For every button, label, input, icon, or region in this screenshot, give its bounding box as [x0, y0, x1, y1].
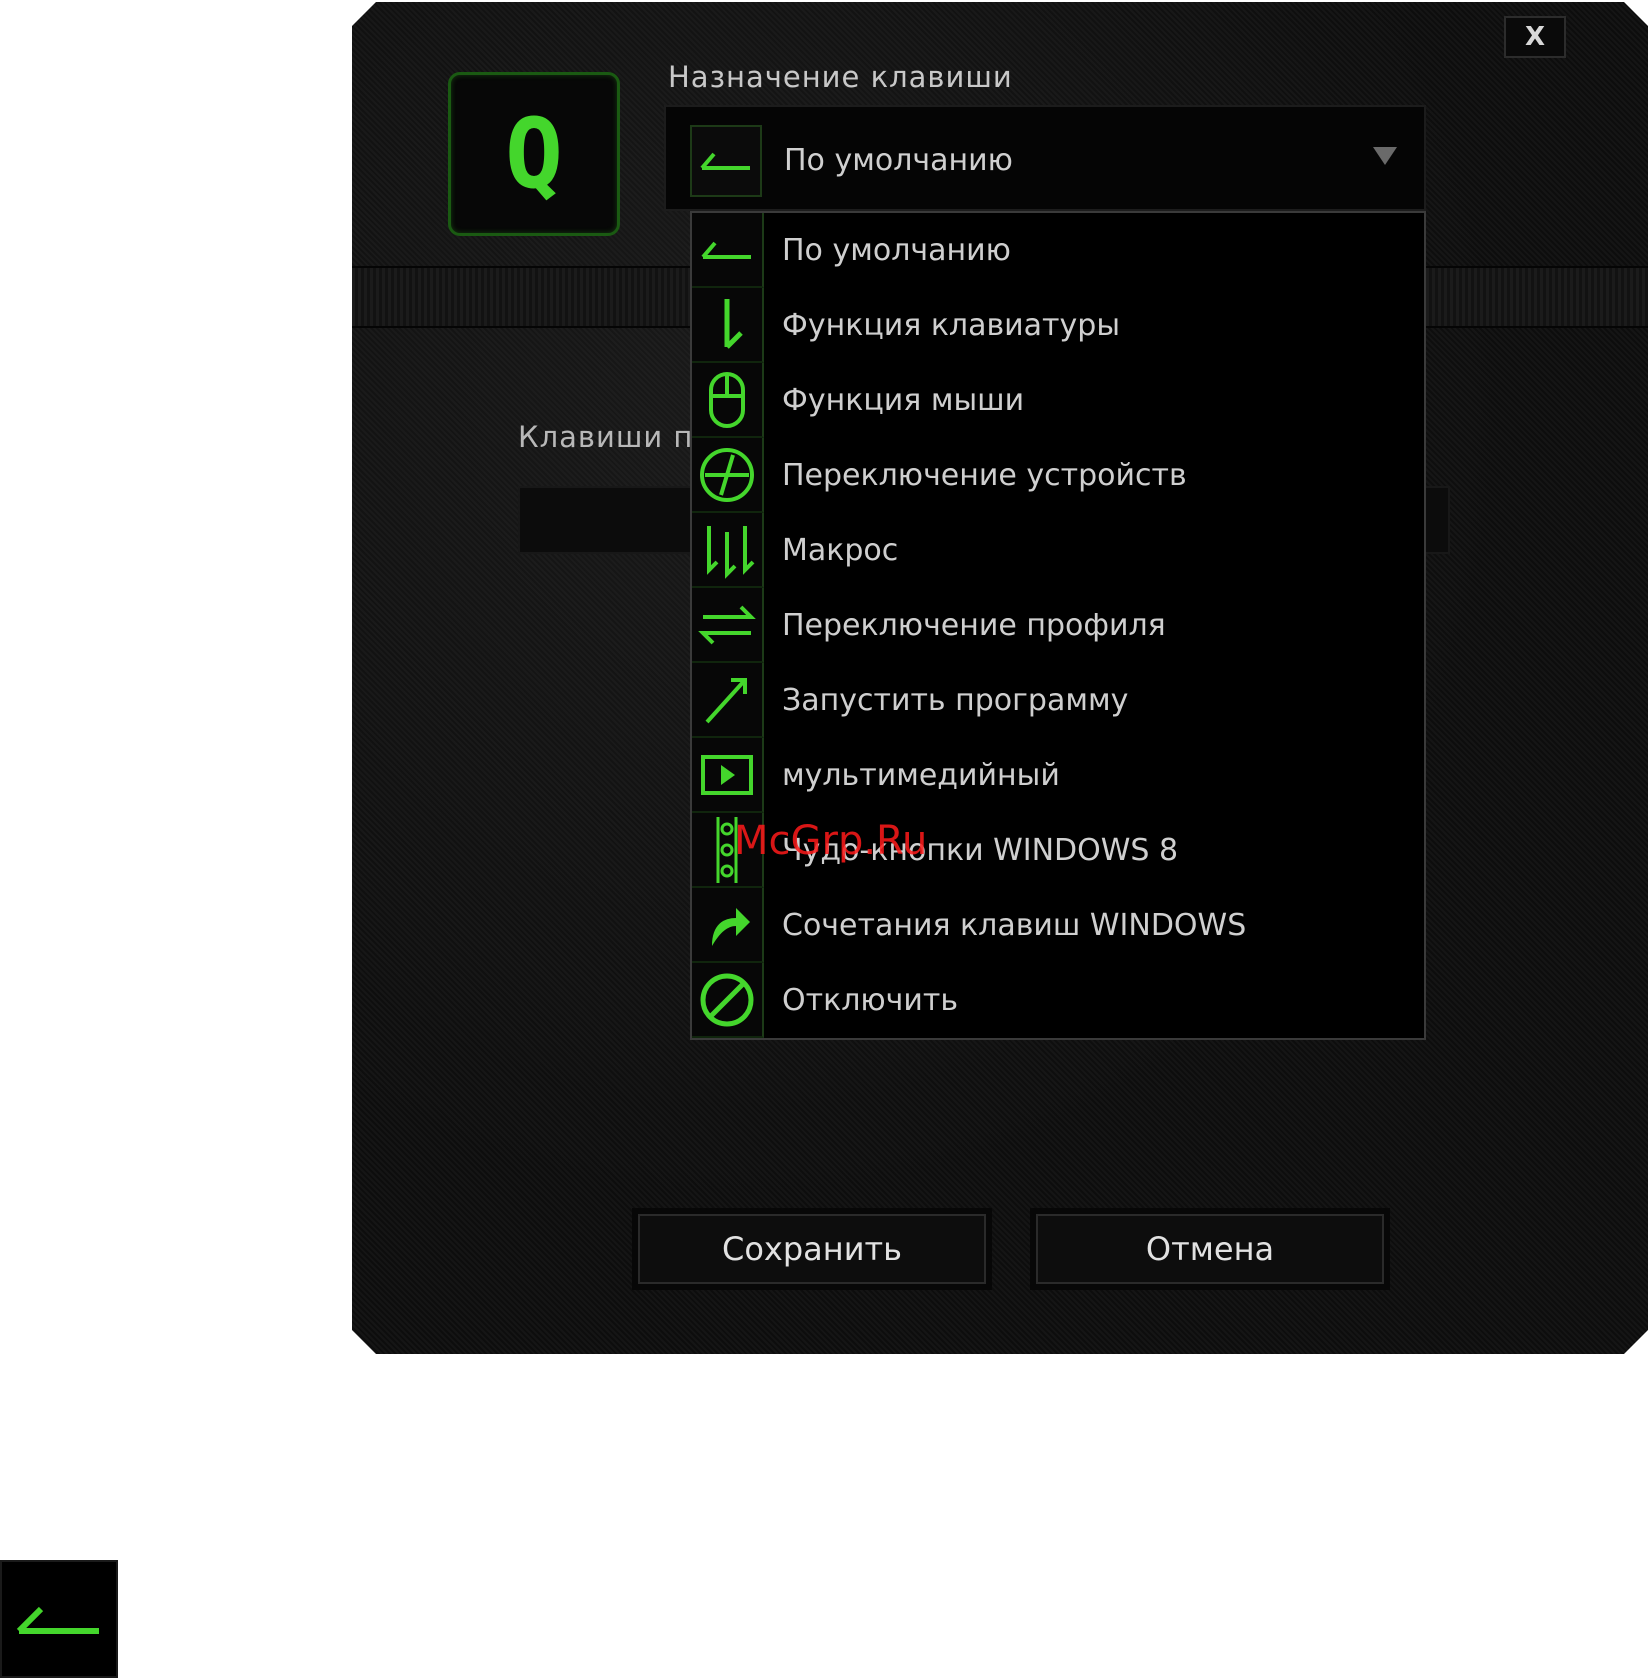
profile-switch-icon: [692, 588, 764, 663]
dropdown-item-label: Запустить программу: [782, 683, 1129, 718]
assignment-dropdown-list: По умолчанию Функция клавиатуры Функция …: [690, 211, 1426, 1040]
keyboard-function-icon: [692, 288, 764, 363]
dropdown-item-default[interactable]: По умолчанию: [692, 213, 1424, 288]
dropdown-item-device-switch[interactable]: Переключение устройств: [692, 438, 1424, 513]
keys-label: Клавиши п: [518, 420, 694, 454]
multimedia-icon: [692, 738, 764, 813]
windows-shortcut-icon: [692, 888, 764, 963]
dropdown-item-label: По умолчанию: [782, 233, 1011, 268]
dropdown-item-label: Макрос: [782, 533, 899, 568]
key-label: Q: [505, 98, 563, 210]
dropdown-item-disable[interactable]: Отключить: [692, 963, 1424, 1038]
dropdown-item-label: Переключение устройств: [782, 458, 1187, 493]
dropdown-item-profile-switch[interactable]: Переключение профиля: [692, 588, 1424, 663]
dropdown-item-label: Переключение профиля: [782, 608, 1166, 643]
default-arrow-icon: [690, 125, 762, 197]
dropdown-item-label: мультимедийный: [782, 758, 1060, 793]
dropdown-item-keyboard-function[interactable]: Функция клавиатуры: [692, 288, 1424, 363]
dropdown-item-label: Функция клавиатуры: [782, 308, 1121, 343]
cancel-button[interactable]: Отмена: [1036, 1214, 1384, 1284]
dropdown-item-label: Сочетания клавиш WINDOWS: [782, 908, 1247, 943]
selected-key-tile: Q: [448, 72, 620, 236]
default-arrow-icon: [692, 213, 764, 288]
select-value: По умолчанию: [784, 143, 1013, 178]
mouse-icon: [692, 363, 764, 438]
save-button[interactable]: Сохранить: [638, 1214, 986, 1284]
launch-program-icon: [692, 663, 764, 738]
dropdown-item-mouse-function[interactable]: Функция мыши: [692, 363, 1424, 438]
close-button[interactable]: X: [1504, 16, 1566, 58]
chevron-down-icon[interactable]: [1373, 147, 1397, 165]
watermark: McGrp.Ru: [734, 818, 928, 864]
dropdown-item-label: Отключить: [782, 983, 959, 1018]
device-switch-icon: [692, 438, 764, 513]
macro-icon: [692, 513, 764, 588]
dropdown-item-windows-shortcut[interactable]: Сочетания клавиш WINDOWS: [692, 888, 1424, 963]
dropdown-item-launch-program[interactable]: Запустить программу: [692, 663, 1424, 738]
dropdown-item-label: Функция мыши: [782, 383, 1025, 418]
default-arrow-icon: [0, 1560, 118, 1678]
disable-icon: [692, 963, 764, 1038]
assignment-select[interactable]: По умолчанию: [664, 105, 1426, 211]
assignment-title: Назначение клавиши: [668, 60, 1013, 94]
dropdown-item-macro[interactable]: Макрос: [692, 513, 1424, 588]
close-icon: X: [1524, 22, 1546, 52]
dropdown-item-multimedia[interactable]: мультимедийный: [692, 738, 1424, 813]
